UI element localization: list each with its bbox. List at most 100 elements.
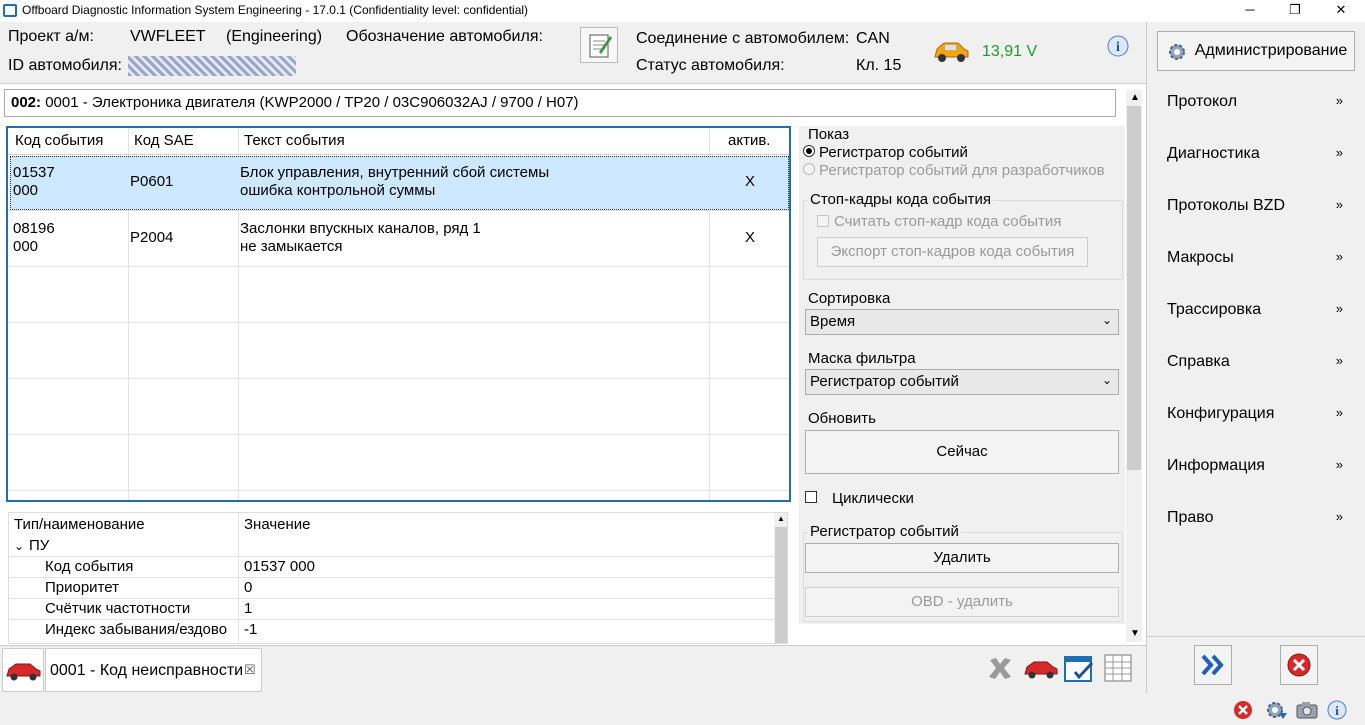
- double-chevron-right-icon: [1201, 654, 1224, 676]
- minimize-button[interactable]: ─: [1227, 0, 1273, 22]
- chevron-down-icon: »: [1335, 197, 1343, 212]
- info-icon[interactable]: i: [1106, 34, 1130, 58]
- row1-code1: 01537: [13, 164, 55, 181]
- app-icon: [3, 4, 17, 17]
- error-status-icon[interactable]: [1232, 699, 1254, 721]
- connection-value: CAN: [856, 30, 890, 47]
- sidebar-item-label: Протокол: [1167, 93, 1238, 110]
- scroll-down-icon[interactable]: ▼: [1130, 628, 1140, 639]
- radio-event-recorder-label: Регистратор событий: [819, 144, 968, 161]
- maximize-button[interactable]: ❐: [1272, 0, 1318, 22]
- checklist-icon[interactable]: [1062, 652, 1096, 686]
- tab-fault-code-label: 0001 - Код неисправности: [50, 662, 244, 679]
- prop-value: -1: [244, 621, 258, 638]
- filter-select[interactable]: Регистратор событий ⌄: [805, 369, 1119, 395]
- obd-delete-button[interactable]: OBD - удалить: [805, 587, 1119, 617]
- status-value: Кл. 15: [856, 57, 902, 74]
- export-freeze-frames-button[interactable]: Экспорт стоп-кадров кода события: [817, 237, 1088, 267]
- row1-text2: ошибка контрольной суммы: [240, 182, 436, 199]
- tab-close-icon[interactable]: ☒: [244, 662, 256, 678]
- sidebar-item-help[interactable]: Справка »: [1153, 349, 1349, 375]
- props-group-label: ПУ: [29, 537, 50, 554]
- sidebar-item-rights[interactable]: Право »: [1153, 505, 1349, 531]
- mode-value: (Engineering): [226, 28, 323, 45]
- prop-name: Приоритет: [45, 579, 119, 596]
- grid-table-icon[interactable]: [1102, 652, 1134, 684]
- scroll-thumb[interactable]: [1127, 106, 1141, 470]
- events-table[interactable]: Код события Код SAE Текст события актив.…: [6, 126, 791, 502]
- car-tab-button[interactable]: [2, 648, 44, 692]
- svg-text:i: i: [1335, 703, 1339, 718]
- close-window-button[interactable]: ✕: [1318, 0, 1364, 22]
- sidebar-item-diagnostics[interactable]: Диагностика »: [1153, 141, 1349, 167]
- tab-fault-code[interactable]: 0001 - Код неисправности ☒: [45, 648, 262, 692]
- info-icon[interactable]: i: [1326, 699, 1348, 721]
- col-event-text[interactable]: Текст события: [244, 132, 345, 149]
- tree-expand-icon[interactable]: ⌄: [14, 537, 24, 555]
- scroll-thumb[interactable]: [775, 527, 787, 643]
- cyclic-checkbox[interactable]: [805, 491, 817, 503]
- freeze-frame-check-label: Считать стоп-кадр кода события: [834, 213, 1062, 230]
- radio-dev-recorder[interactable]: [803, 163, 815, 175]
- sidebar-item-protocol[interactable]: Протокол »: [1153, 89, 1349, 115]
- row1-active: X: [745, 173, 756, 190]
- delete-button[interactable]: Удалить: [805, 543, 1119, 573]
- cyclic-label: Циклически: [832, 490, 914, 507]
- sidebar-item-information[interactable]: Информация »: [1153, 453, 1349, 479]
- sidebar-item-bzd-protocols[interactable]: Протоколы BZD »: [1153, 193, 1349, 219]
- administration-button[interactable]: Администрирование: [1157, 31, 1355, 71]
- sort-select[interactable]: Время ⌄: [805, 309, 1119, 335]
- chevron-down-icon: ⌄: [1101, 313, 1112, 327]
- col-active[interactable]: актив.: [728, 132, 770, 149]
- chevron-down-icon: »: [1335, 405, 1343, 420]
- freeze-frame-checkbox[interactable]: [817, 215, 829, 227]
- main-scrollbar[interactable]: ▲ ▼: [1126, 90, 1142, 642]
- sidebar-item-macros[interactable]: Макросы »: [1153, 245, 1349, 271]
- props-scrollbar[interactable]: ▲: [774, 513, 787, 643]
- connection-label: Соединение с автомобилем:: [636, 30, 850, 47]
- prop-name: Счётчик частотности: [45, 600, 191, 617]
- sidebar-item-tracing[interactable]: Трассировка »: [1153, 297, 1349, 323]
- bottom-tab-bar: 0001 - Код неисправности ☒: [0, 645, 1146, 693]
- properties-grid[interactable]: Тип/наименование Значение ⌄ ПУ Код событ…: [8, 512, 788, 644]
- row1-sae: P0601: [130, 173, 174, 190]
- red-car-icon: [6, 663, 41, 681]
- sidebar-item-label: Макросы: [1167, 249, 1234, 266]
- module-text: 0001 - Электроника двигателя (KWP2000 / …: [45, 94, 579, 111]
- row2-text1: Заслонки впускных каналов, ряд 1: [240, 220, 481, 237]
- administration-label: Администрирование: [1194, 42, 1348, 59]
- display-label: Показ: [808, 126, 850, 143]
- project-value: VWFLEET: [130, 28, 206, 45]
- sidebar-item-label: Протоколы BZD: [1167, 197, 1285, 214]
- window-title: Offboard Diagnostic Information System E…: [22, 3, 529, 17]
- col-event-code[interactable]: Код события: [15, 132, 103, 149]
- vehicle-designation-label: Обозначение автомобиля:: [346, 28, 543, 45]
- scroll-up-icon[interactable]: ▲: [1130, 92, 1140, 103]
- sidebar-item-configuration[interactable]: Конфигурация »: [1153, 401, 1349, 427]
- props-col-value: Значение: [244, 516, 311, 533]
- col-sae-code[interactable]: Код SAE: [134, 132, 194, 149]
- voltage-value: 13,91 V: [982, 43, 1038, 60]
- radio-event-recorder[interactable]: [803, 145, 815, 157]
- row1-code2: 000: [13, 182, 39, 199]
- project-label: Проект а/м:: [8, 28, 94, 45]
- forward-button[interactable]: [1194, 645, 1232, 685]
- red-car-icon[interactable]: [1022, 654, 1058, 682]
- vehicle-id-label: ID автомобиля:: [8, 57, 122, 74]
- sidebar-item-label: Справка: [1167, 353, 1230, 370]
- prop-name: Индекс забывания/ездово: [45, 621, 228, 638]
- prop-name: Код события: [45, 558, 134, 575]
- vehicle-id-redacted: [128, 56, 296, 76]
- chevron-down-icon: »: [1335, 353, 1343, 368]
- chevron-down-icon: »: [1335, 145, 1343, 160]
- scroll-up-icon[interactable]: ▲: [777, 514, 785, 523]
- refresh-now-button[interactable]: Сейчас: [805, 430, 1119, 474]
- radio-dev-recorder-label: Регистратор событий для разработчиков: [819, 162, 1105, 179]
- settings-status-icon[interactable]: [1264, 699, 1288, 721]
- row2-sae: P2004: [130, 229, 174, 246]
- camera-icon[interactable]: [1295, 700, 1319, 720]
- clear-x-icon[interactable]: [984, 652, 1016, 684]
- sort-select-value: Время: [810, 313, 856, 330]
- notes-button[interactable]: [580, 27, 618, 63]
- exit-button[interactable]: [1280, 645, 1318, 685]
